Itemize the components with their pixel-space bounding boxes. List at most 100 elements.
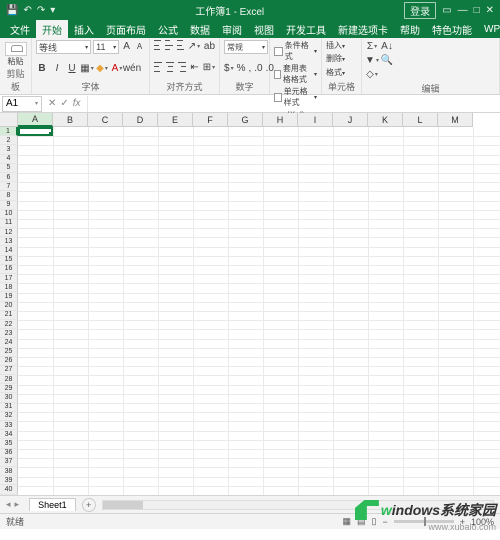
row-header-36[interactable]: 36 bbox=[0, 449, 18, 458]
tab-first-icon[interactable]: ◂ bbox=[6, 499, 11, 510]
horizontal-scrollbar[interactable] bbox=[102, 500, 494, 510]
autosum-icon[interactable]: Σ bbox=[366, 40, 378, 52]
format-button[interactable]: 格式▾ bbox=[326, 67, 357, 78]
comma-icon[interactable]: , bbox=[248, 62, 251, 74]
row-header-3[interactable]: 3 bbox=[0, 145, 18, 154]
row-header-34[interactable]: 34 bbox=[0, 430, 18, 439]
row-header-13[interactable]: 13 bbox=[0, 237, 18, 246]
inc-decimal-icon[interactable]: .0 bbox=[254, 62, 262, 74]
sort-icon[interactable]: A↓ bbox=[381, 40, 393, 52]
phonetic-icon[interactable]: wén bbox=[126, 63, 138, 75]
row-header-40[interactable]: 40 bbox=[0, 485, 18, 494]
tab-file[interactable]: 文件 bbox=[4, 20, 36, 39]
align-left-icon[interactable] bbox=[154, 62, 162, 72]
find-icon[interactable]: 🔍 bbox=[381, 54, 393, 66]
active-cell[interactable] bbox=[18, 127, 53, 136]
col-header-E[interactable]: E bbox=[158, 113, 193, 127]
row-header-4[interactable]: 4 bbox=[0, 155, 18, 164]
spreadsheet-grid[interactable]: ABCDEFGHIJKLM 12345678910111213141516171… bbox=[0, 113, 500, 495]
italic-icon[interactable]: I bbox=[51, 63, 63, 75]
row-header-25[interactable]: 25 bbox=[0, 348, 18, 357]
shrink-font-icon[interactable]: A bbox=[134, 40, 145, 52]
page-layout-icon[interactable]: ▤ bbox=[357, 516, 366, 527]
name-box[interactable]: A1▾ bbox=[2, 96, 42, 112]
row-header-1[interactable]: 1 bbox=[0, 127, 18, 136]
col-header-F[interactable]: F bbox=[193, 113, 228, 127]
bold-icon[interactable]: B bbox=[36, 63, 48, 75]
login-button[interactable]: 登录 bbox=[404, 2, 436, 19]
align-mid-icon[interactable] bbox=[165, 40, 172, 50]
font-name-select[interactable]: 等线▾ bbox=[36, 40, 91, 54]
percent-icon[interactable]: % bbox=[237, 62, 246, 74]
tab-special[interactable]: 特色功能 bbox=[426, 20, 478, 39]
col-header-A[interactable]: A bbox=[18, 113, 53, 127]
align-top-icon[interactable] bbox=[154, 40, 161, 50]
col-header-M[interactable]: M bbox=[438, 113, 473, 127]
add-sheet-button[interactable]: + bbox=[82, 498, 96, 512]
qat-more-icon[interactable]: ▾ bbox=[50, 5, 55, 16]
normal-view-icon[interactable]: ▦ bbox=[342, 516, 351, 527]
col-header-K[interactable]: K bbox=[368, 113, 403, 127]
tab-formulas[interactable]: 公式 bbox=[152, 20, 184, 39]
page-break-icon[interactable]: ▯ bbox=[371, 516, 376, 527]
row-header-32[interactable]: 32 bbox=[0, 412, 18, 421]
insert-button[interactable]: 插入▾ bbox=[326, 40, 357, 51]
row-header-21[interactable]: 21 bbox=[0, 311, 18, 320]
tab-review[interactable]: 审阅 bbox=[216, 20, 248, 39]
clear-icon[interactable]: ◇ bbox=[366, 68, 378, 80]
border-icon[interactable]: ▦ bbox=[81, 63, 93, 75]
align-bot-icon[interactable] bbox=[177, 40, 184, 50]
align-center-icon[interactable] bbox=[166, 62, 174, 72]
select-all-corner[interactable] bbox=[0, 113, 18, 127]
indent-dec-icon[interactable]: ⇤ bbox=[190, 62, 199, 74]
cond-format-button[interactable]: 条件格式▾ bbox=[274, 40, 317, 62]
paste-label[interactable]: 粘贴 bbox=[8, 56, 24, 67]
row-header-14[interactable]: 14 bbox=[0, 246, 18, 255]
tab-view[interactable]: 视图 bbox=[248, 20, 280, 39]
tab-data[interactable]: 数据 bbox=[184, 20, 216, 39]
table-format-button[interactable]: 套用表格格式▾ bbox=[274, 63, 317, 85]
row-header-9[interactable]: 9 bbox=[0, 201, 18, 210]
undo-icon[interactable]: ↶ bbox=[23, 5, 31, 16]
row-header-6[interactable]: 6 bbox=[0, 173, 18, 182]
row-header-15[interactable]: 15 bbox=[0, 256, 18, 265]
col-header-G[interactable]: G bbox=[228, 113, 263, 127]
row-header-23[interactable]: 23 bbox=[0, 329, 18, 338]
tab-wpspdf[interactable]: WPS PDF bbox=[478, 22, 500, 37]
grow-font-icon[interactable]: A bbox=[121, 40, 132, 52]
formula-input[interactable] bbox=[87, 96, 500, 112]
row-header-27[interactable]: 27 bbox=[0, 366, 18, 375]
row-header-31[interactable]: 31 bbox=[0, 403, 18, 412]
tab-home[interactable]: 开始 bbox=[36, 20, 68, 39]
redo-icon[interactable]: ↷ bbox=[37, 5, 45, 16]
col-header-B[interactable]: B bbox=[53, 113, 88, 127]
col-header-H[interactable]: H bbox=[263, 113, 298, 127]
cancel-fx-icon[interactable]: ✕ bbox=[48, 98, 56, 109]
row-header-35[interactable]: 35 bbox=[0, 439, 18, 448]
font-size-select[interactable]: 11▾ bbox=[93, 40, 119, 54]
row-header-30[interactable]: 30 bbox=[0, 393, 18, 402]
tab-help[interactable]: 帮助 bbox=[394, 20, 426, 39]
font-color-icon[interactable]: A bbox=[111, 63, 123, 75]
wrap-icon[interactable]: ab bbox=[204, 40, 215, 52]
row-header-8[interactable]: 8 bbox=[0, 191, 18, 200]
row-header-19[interactable]: 19 bbox=[0, 292, 18, 301]
row-header-38[interactable]: 38 bbox=[0, 467, 18, 476]
close-icon[interactable]: ✕ bbox=[486, 5, 494, 16]
row-header-20[interactable]: 20 bbox=[0, 302, 18, 311]
col-header-C[interactable]: C bbox=[88, 113, 123, 127]
row-header-10[interactable]: 10 bbox=[0, 210, 18, 219]
row-header-22[interactable]: 22 bbox=[0, 320, 18, 329]
minimize-icon[interactable]: — bbox=[458, 5, 468, 16]
zoom-out-icon[interactable]: − bbox=[382, 517, 387, 527]
delete-button[interactable]: 删除▾ bbox=[326, 53, 357, 64]
merge-icon[interactable]: ⊞ bbox=[203, 62, 215, 74]
row-header-7[interactable]: 7 bbox=[0, 182, 18, 191]
row-header-39[interactable]: 39 bbox=[0, 476, 18, 485]
tab-custom[interactable]: 新建选项卡 bbox=[332, 20, 394, 39]
row-header-33[interactable]: 33 bbox=[0, 421, 18, 430]
row-header-5[interactable]: 5 bbox=[0, 164, 18, 173]
enter-fx-icon[interactable]: ✓ bbox=[60, 98, 68, 109]
row-header-16[interactable]: 16 bbox=[0, 265, 18, 274]
number-format-select[interactable]: 常规▾ bbox=[224, 40, 268, 54]
